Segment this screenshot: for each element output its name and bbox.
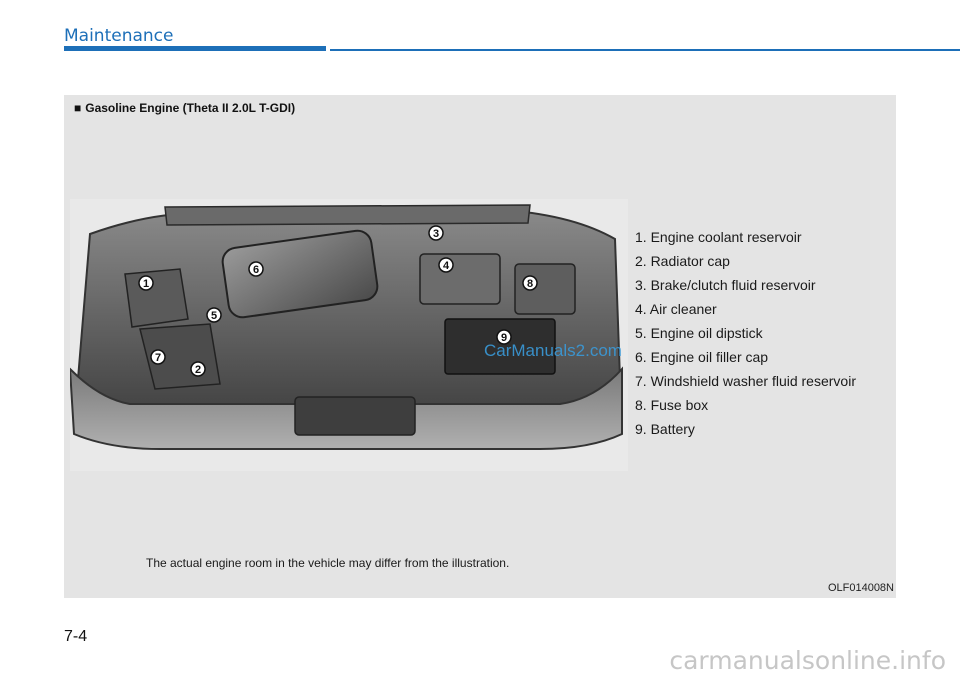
callout-marker: 3 [428,225,444,241]
component-legend: 1. Engine coolant reservoir 2. Radiator … [635,228,856,444]
footer-watermark: carmanualsonline.info [669,646,946,675]
watermark-text: CarManuals2.com [484,341,622,360]
illustration-disclaimer: The actual engine room in the vehicle ma… [146,556,510,570]
callout-number: 4 [443,260,450,272]
legend-item: 2. Radiator cap [635,253,730,269]
legend-item: 8. Fuse box [635,397,709,413]
callout-number: 7 [155,352,161,364]
callout-marker: 7 [150,349,166,365]
legend-item: 4. Air cleaner [635,301,717,317]
callout-marker: 2 [190,361,206,377]
legend-item: 7. Windshield washer fluid reservoir [635,373,856,389]
hood-latch [294,396,416,436]
header-rule-thick [64,46,326,51]
coolant-reservoir [124,268,189,328]
callout-number: 2 [195,364,201,376]
legend-item: 1. Engine coolant reservoir [635,229,802,245]
callout-number: 8 [527,278,533,290]
legend-item: 9. Battery [635,421,695,437]
callout-number: 1 [143,278,149,290]
callout-marker: 6 [248,261,264,277]
callout-marker: 4 [438,257,454,273]
callout-number: 3 [433,228,439,240]
legend-item: 3. Brake/clutch fluid reservoir [635,277,816,293]
hood-seal [164,204,531,226]
engine-illustration: 123456789 [70,199,628,471]
legend-item: 5. Engine oil dipstick [635,325,763,341]
air-cleaner [419,253,501,305]
figure-heading: ■ Gasoline Engine (Theta II 2.0L T-GDI) [74,101,295,115]
figure-code: OLF014008N [827,582,894,594]
page-number: 7-4 [64,628,88,645]
section-title: Maintenance [64,26,174,46]
callout-number: 5 [211,310,217,322]
legend-item: 6. Engine oil filler cap [635,349,769,365]
fuse-box [514,263,576,315]
header-rule-thin [330,49,960,51]
figure-heading-text: Gasoline Engine (Theta II 2.0L T-GDI) [85,101,296,115]
heading-square-icon: ■ [74,101,82,115]
callout-marker: 5 [206,307,222,323]
callout-number: 6 [253,264,259,276]
callout-marker: 8 [522,275,538,291]
callout-marker: 1 [138,275,154,291]
figure-box: ■Gasoline Engine (Theta II 2.0L T-GDI) [64,95,896,598]
